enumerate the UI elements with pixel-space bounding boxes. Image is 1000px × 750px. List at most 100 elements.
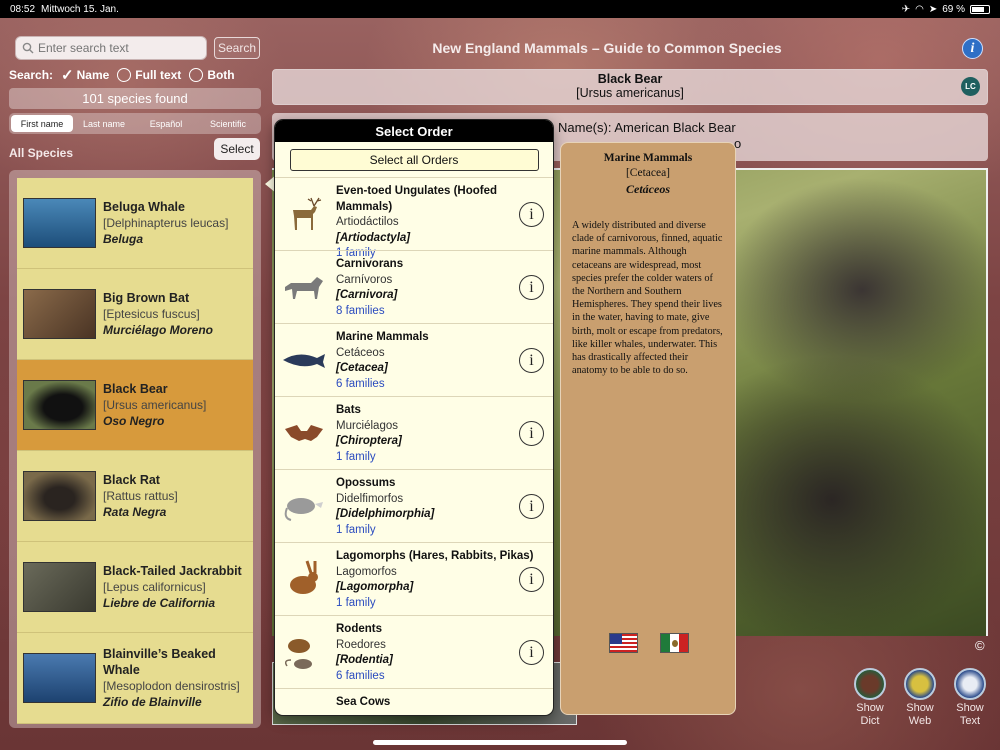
info-icon[interactable]: i <box>962 38 983 59</box>
species-thumbnail <box>23 289 96 339</box>
show-web-button[interactable]: Show Web <box>897 668 943 728</box>
show-text-button[interactable]: Show Text <box>947 668 993 728</box>
order-row-didelphimorphia[interactable]: Opossums Didelfimorfos [Didelphimorphia]… <box>275 469 553 542</box>
home-indicator[interactable] <box>373 740 627 745</box>
order-families: 1 family <box>336 523 376 536</box>
list-item[interactable]: Black Rat [Rattus rattus] Rata Negra <box>17 451 253 542</box>
species-thumbnail <box>23 380 96 430</box>
wifi-icon: ◠ <box>915 3 924 15</box>
search-icon <box>22 42 34 54</box>
order-row-lagomorpha[interactable]: Lagomorphs (Hares, Rabbits, Pikas) Lagom… <box>275 542 553 615</box>
order-row-cetacea[interactable]: Marine Mammals Cetáceos [Cetacea] 6 fami… <box>275 323 553 396</box>
order-name: Opossums <box>336 477 396 489</box>
list-item[interactable]: Beluga Whale [Delphinapterus leucas] Belug… <box>17 178 253 269</box>
opossum-icon <box>284 498 323 521</box>
option-name[interactable]: ✓ Name <box>61 66 109 84</box>
order-latin: [Rodentia] <box>336 654 393 666</box>
species-header: Black Bear [Ursus americanus] LC <box>272 69 988 105</box>
order-latin: [Chiroptera] <box>336 435 402 447</box>
species-latin: [Lepus californicus] <box>103 580 206 594</box>
popover-title: Select Order <box>275 120 553 142</box>
tool-label: Dict <box>860 715 880 727</box>
list-item[interactable]: Big Brown Bat [Eptesicus fuscus] Murciélag… <box>17 269 253 360</box>
species-title: Black Bear <box>597 72 663 86</box>
tool-label: Show <box>906 702 934 714</box>
list-item[interactable]: Black Bear [Ursus americanus] Oso Negro <box>17 360 253 451</box>
status-badge[interactable]: LC <box>961 77 980 96</box>
order-families: 6 families <box>336 377 385 390</box>
species-list[interactable]: Beluga Whale [Delphinapterus leucas] Belug… <box>9 170 261 728</box>
list-item[interactable]: Blainville’s Beaked Whale [Mesoplodon den… <box>17 633 253 724</box>
order-spanish: Carnívoros <box>336 273 393 286</box>
option-both[interactable]: Both <box>189 68 235 82</box>
search-input[interactable] <box>38 41 198 55</box>
names-value: American Black Bear <box>614 120 736 135</box>
us-flag-icon[interactable] <box>609 633 638 653</box>
tab-espanol[interactable]: Español <box>135 115 197 132</box>
order-latin: [Artiodactyla] <box>336 231 411 244</box>
search-button[interactable]: Search <box>214 37 260 59</box>
order-info-button[interactable]: i <box>519 275 544 300</box>
mexico-flag-icon[interactable] <box>660 633 689 653</box>
order-spanish: Cetáceos <box>336 346 385 359</box>
status-bar: 08:52 Mittwoch 15. Jan. ✈ ◠ ➤ 69 % <box>0 0 1000 18</box>
order-info-button[interactable]: i <box>519 567 544 592</box>
tab-last-name[interactable]: Last name <box>73 115 135 132</box>
order-latin: [Lagomorpha] <box>336 581 414 593</box>
species-spanish: Liebre de California <box>103 596 216 610</box>
order-row-carnivora[interactable]: Carnivorans Carnívoros [Carnivora] 8 fam… <box>275 250 553 323</box>
select-all-orders-button[interactable]: Select all Orders <box>289 149 539 171</box>
option-name-label: Name <box>76 68 110 82</box>
show-dict-button[interactable]: Show Dict <box>847 668 893 728</box>
order-info-button[interactable]: i <box>519 348 544 373</box>
status-date: Mittwoch 15. Jan. <box>41 3 119 15</box>
species-latin-title: [Ursus americanus] <box>576 86 684 100</box>
order-row-rodentia[interactable]: Rodents Roedores [Rodentia] 6 families i <box>275 615 553 688</box>
tool-label: Text <box>959 715 981 727</box>
order-info-button[interactable]: i <box>519 494 544 519</box>
detail-title: Marine Mammals <box>603 152 693 164</box>
order-spanish: Didelfimorfos <box>336 492 404 505</box>
order-info-button[interactable]: i <box>519 202 544 227</box>
order-name: Carnivorans <box>336 258 404 270</box>
list-item[interactable]: Black-Tailed Jackrabbit [Lepus californic… <box>17 542 253 633</box>
order-row-sirenia[interactable]: Sea Cows <box>275 688 553 715</box>
hare-icon <box>290 560 318 594</box>
location-icon: ➤ <box>928 3 938 15</box>
species-thumbnail <box>23 562 96 612</box>
select-button[interactable]: Select <box>214 138 260 160</box>
dictionary-icon <box>854 668 886 700</box>
battery-icon <box>970 4 990 14</box>
copyright-icon[interactable]: © <box>975 638 985 653</box>
detail-spanish: Cetáceos <box>626 182 670 196</box>
select-order-popover: Select Order Select all Orders Even-toed… <box>275 120 553 715</box>
order-info-button[interactable]: i <box>519 640 544 665</box>
order-families: 1 family <box>336 450 376 463</box>
detail-latin: [Cetacea] <box>625 167 671 179</box>
detail-description: A widely distributed and diverse clade o… <box>572 220 723 377</box>
species-spanish: Beluga <box>103 232 144 246</box>
tab-first-name[interactable]: First name <box>11 115 73 132</box>
tab-scientific[interactable]: Scientific <box>197 115 259 132</box>
order-row-artiodactyla[interactable]: Even-toed Ungulates (Hoofed Mammals) Art… <box>275 177 553 259</box>
species-latin: [Eptesicus fuscus] <box>103 307 200 321</box>
species-name: Beluga Whale <box>103 200 185 214</box>
rodent-icon <box>284 639 312 669</box>
airplane-icon: ✈ <box>901 3 911 15</box>
species-name: Black Rat <box>103 473 160 487</box>
species-name: Blainville’s Beaked Whale <box>103 647 216 677</box>
status-time: 08:52 <box>10 3 36 15</box>
option-full-text[interactable]: Full text <box>117 68 181 82</box>
species-spanish: Oso Negro <box>103 414 165 428</box>
order-info-button[interactable]: i <box>519 421 544 446</box>
species-spanish: Murciélago Moreno <box>103 323 214 337</box>
search-options: Search: ✓ Name Full text Both <box>9 66 269 84</box>
tool-label: Show <box>956 702 984 714</box>
language-flags <box>609 633 689 653</box>
whale-icon <box>283 354 325 368</box>
order-row-chiroptera[interactable]: Bats Murciélagos [Chiroptera] 1 family i <box>275 396 553 469</box>
order-families: 1 family <box>336 596 376 609</box>
search-field[interactable] <box>15 36 207 60</box>
tool-label: Show <box>856 702 884 714</box>
species-name: Black Bear <box>103 382 168 396</box>
